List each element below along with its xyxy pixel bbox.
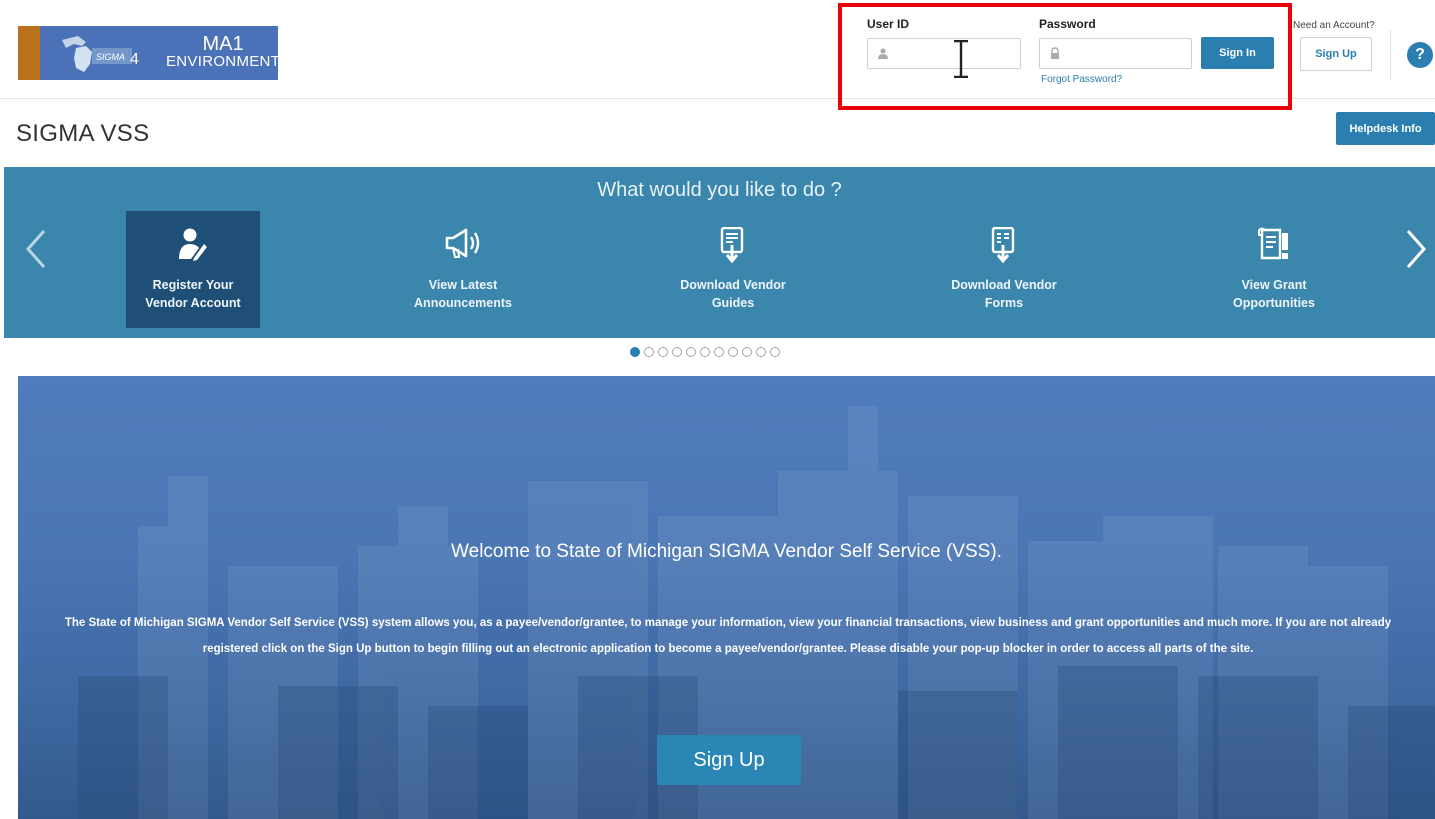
carousel-item-label-line1: View Grant [1241, 278, 1307, 292]
site-logo[interactable]: SIGMA 4 MA1 ENVIRONMENT [18, 26, 281, 80]
document-download-icon [720, 227, 744, 263]
carousel-item-label-line1: Download Vendor [951, 278, 1057, 292]
carousel-dot[interactable] [742, 347, 752, 357]
user-edit-icon [179, 228, 207, 261]
header-sign-up-button[interactable]: Sign Up [1300, 37, 1372, 71]
helpdesk-info-button[interactable]: Helpdesk Info [1336, 112, 1435, 145]
carousel-dot[interactable] [658, 347, 668, 357]
carousel-item-label-line1: Register Your [152, 278, 234, 292]
svg-text:4: 4 [130, 51, 139, 68]
carousel-item-label-line1: Download Vendor [680, 278, 786, 292]
carousel-dot[interactable] [686, 347, 696, 357]
welcome-banner: Welcome to State of Michigan SIGMA Vendo… [18, 376, 1435, 819]
carousel-item-label-line2: Opportunities [1233, 296, 1315, 310]
carousel-item-label-line2: Guides [711, 296, 755, 310]
header-divider [1390, 30, 1391, 80]
logo-line1: MA1 [202, 33, 244, 55]
grant-document-icon [1258, 227, 1288, 260]
carousel-item-register[interactable]: Register Your Vendor Account [126, 211, 260, 328]
carousel-item-grants[interactable]: View Grant Opportunities [1207, 211, 1341, 328]
megaphone-icon [445, 228, 480, 258]
carousel-item-label-line2: Announcements [414, 296, 512, 310]
need-account-text: Need an Account? [1293, 20, 1375, 31]
carousel-dot[interactable] [630, 347, 640, 357]
carousel-item-label-line2: Forms [984, 296, 1024, 310]
carousel-dot[interactable] [756, 347, 766, 357]
carousel-item-forms[interactable]: Download Vendor Forms [937, 211, 1071, 328]
carousel-dot[interactable] [644, 347, 654, 357]
hero-sign-up-button[interactable]: Sign Up [657, 735, 801, 785]
carousel-dot[interactable] [700, 347, 710, 357]
svg-text:SIGMA: SIGMA [96, 52, 125, 62]
welcome-description: The State of Michigan SIGMA Vendor Self … [64, 617, 1392, 655]
carousel-heading: What would you like to do ? [597, 179, 842, 201]
carousel-item-label-line2: Vendor Account [145, 296, 241, 310]
carousel-dot[interactable] [770, 347, 780, 357]
michigan-logo-icon: SIGMA 4 [62, 36, 139, 72]
logo-text: MA1 ENVIRONMENT [166, 33, 281, 71]
carousel-pagination [630, 347, 780, 357]
action-carousel: What would you like to do ? Register You… [4, 167, 1435, 338]
form-download-icon [991, 227, 1015, 263]
carousel-item-label-line1: View Latest [428, 278, 498, 292]
login-highlight-box [838, 3, 1292, 110]
logo-stripe [18, 26, 40, 80]
carousel-next-icon[interactable] [1400, 229, 1430, 269]
logo-line2: ENVIRONMENT [166, 53, 281, 70]
carousel-prev-icon[interactable] [22, 229, 52, 269]
page-title: SIGMA VSS [16, 120, 150, 147]
carousel-item-guides[interactable]: Download Vendor Guides [666, 211, 800, 328]
welcome-title: Welcome to State of Michigan SIGMA Vendo… [451, 541, 1002, 562]
carousel-dot[interactable] [728, 347, 738, 357]
carousel-dot[interactable] [672, 347, 682, 357]
carousel-dot[interactable] [714, 347, 724, 357]
carousel-item-announcements[interactable]: View Latest Announcements [396, 211, 530, 328]
help-icon[interactable]: ? [1407, 42, 1433, 68]
